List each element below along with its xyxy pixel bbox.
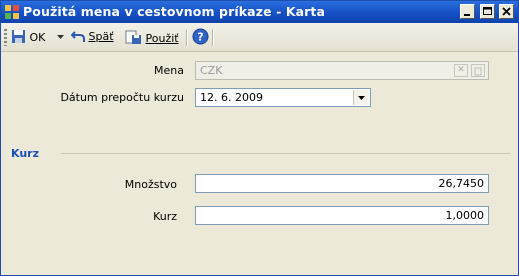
group-title-kurz: Kurz — [11, 147, 39, 160]
app-icon — [5, 5, 19, 19]
rate-field[interactable]: 1,0000 — [195, 206, 489, 225]
save-icon — [12, 30, 25, 43]
date-picker[interactable]: 12. 6. 2009 — [195, 88, 371, 107]
minimize-icon[interactable] — [460, 4, 475, 19]
apply-icon — [125, 30, 141, 44]
window-title: Použitá mena v cestovnom príkaze - Karta — [23, 4, 326, 19]
close-icon[interactable] — [499, 4, 514, 19]
window-controls — [459, 4, 514, 19]
toolbar-grip[interactable] — [4, 29, 7, 46]
currency-field[interactable]: CZK ✕ — [195, 61, 489, 80]
ok-button[interactable]: OK — [11, 29, 45, 45]
undo-icon — [70, 31, 85, 42]
date-label: Dátum prepočtu kurzu — [60, 91, 184, 104]
amount-label: Množstvo — [124, 178, 177, 191]
apply-label: Použiť — [145, 32, 179, 45]
ok-label: OK — [29, 31, 46, 44]
help-button[interactable]: ? — [192, 28, 209, 45]
clear-icon[interactable]: ✕ — [454, 64, 468, 77]
undo-label: Späť — [88, 30, 114, 43]
title-bar[interactable]: Použitá mena v cestovnom príkaze - Karta — [1, 1, 518, 23]
chevron-down-icon[interactable] — [353, 90, 369, 105]
rate-value: 1,0000 — [445, 209, 485, 222]
date-value: 12. 6. 2009 — [200, 91, 263, 104]
ok-dropdown-icon[interactable] — [57, 30, 64, 46]
group-divider — [61, 153, 510, 154]
toolbar: OK Späť Použiť ? — [1, 23, 518, 52]
svg-text:?: ? — [197, 31, 203, 44]
amount-value: 26,7450 — [438, 177, 485, 190]
amount-field[interactable]: 26,7450 — [195, 174, 489, 193]
card-window: Použitá mena v cestovnom príkaze - Karta… — [0, 0, 519, 276]
lookup-icon[interactable] — [471, 64, 485, 77]
rate-label: Kurz — [153, 210, 177, 223]
currency-label: Mena — [154, 64, 184, 77]
toolbar-separator — [186, 29, 188, 46]
help-icon: ? — [192, 28, 209, 45]
maximize-icon[interactable] — [479, 4, 495, 19]
toolbar-separator — [212, 29, 214, 46]
form-panel: Mena CZK ✕ Dátum prepočtu kurzu 12. 6. 2… — [1, 52, 518, 275]
currency-value: CZK — [200, 64, 223, 77]
undo-button[interactable]: Späť — [70, 29, 114, 45]
apply-button[interactable]: Použiť — [125, 29, 179, 45]
